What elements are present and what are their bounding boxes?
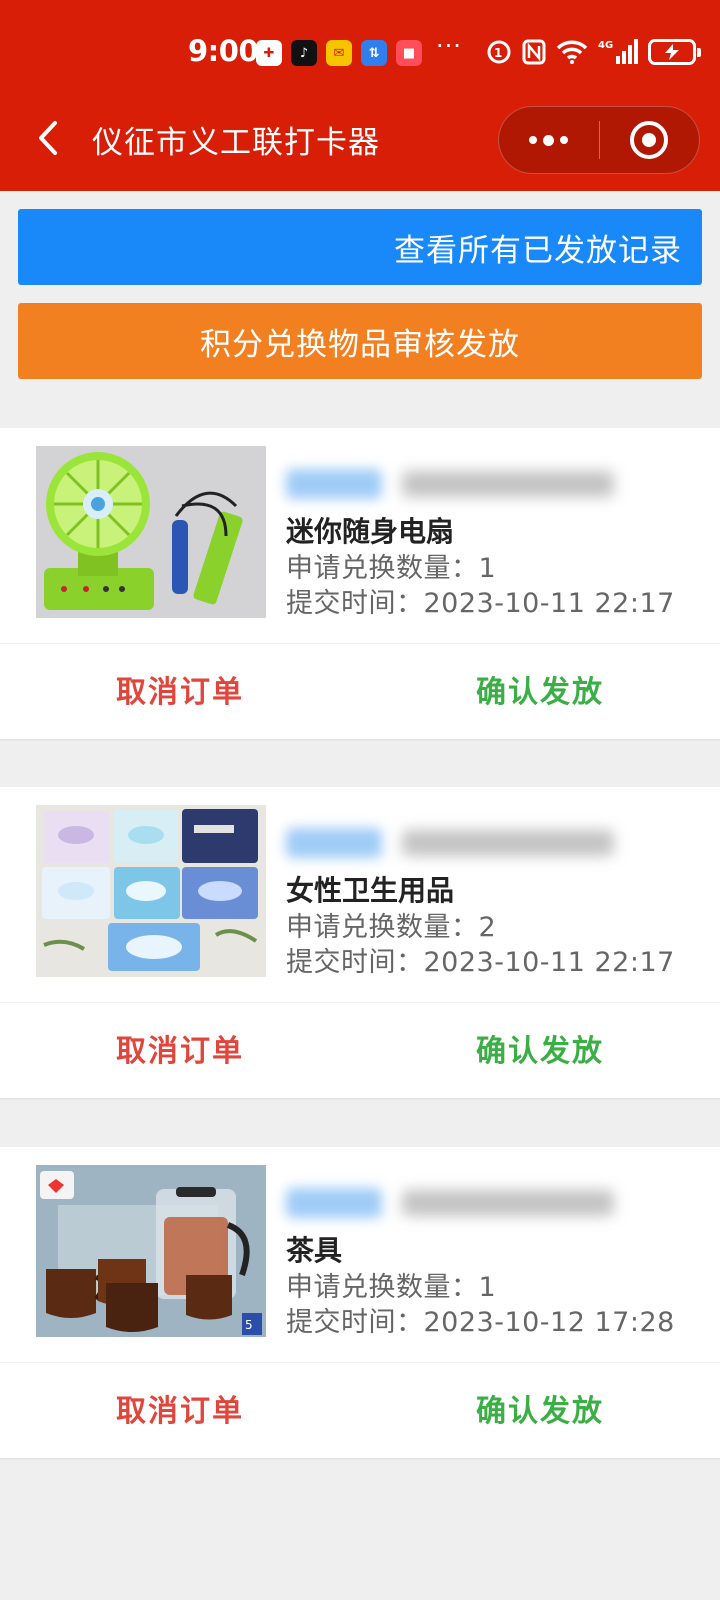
status-bar: 9:00 ✚ ♪ ✉ ⇅ ■ ··· 1 4G [0, 0, 720, 100]
redacted-name [286, 1188, 382, 1218]
back-button[interactable] [28, 116, 68, 160]
battery-charging-icon [648, 39, 701, 65]
item-name: 迷你随身电扇 [286, 515, 455, 548]
app-notification-icon: ■ [396, 40, 422, 66]
product-image: 5 [36, 1165, 266, 1337]
more-menu-button[interactable] [499, 106, 599, 174]
wifi-icon [556, 38, 588, 66]
redacted-name [286, 469, 382, 499]
order-info: 女性卫生用品 申请兑换数量：2 提交时间：2023-10-11 22:17 [0, 787, 720, 1002]
health-code-icon: ✚ [256, 40, 282, 66]
more-notifications-icon: ··· [436, 32, 462, 60]
divider [0, 1362, 720, 1363]
confirm-distribute-button[interactable]: 确认发放 [440, 1373, 640, 1443]
order-card: 5 茶具 申请兑换数量：1 提交时间：2023-10-12 17:28 取消订单… [0, 1147, 720, 1458]
more-dots-icon [529, 136, 538, 144]
target-close-icon [630, 121, 669, 159]
hd-call-icon: 1 [486, 38, 512, 66]
cancel-order-button[interactable]: 取消订单 [80, 1013, 280, 1083]
redacted-contact [286, 466, 614, 502]
svg-text:1: 1 [494, 46, 502, 60]
redacted-phone [402, 830, 614, 856]
system-icons: 1 4G [486, 38, 701, 66]
signal-icon: 4G [598, 38, 638, 66]
tea-set-image: 5 [36, 1165, 266, 1337]
view-records-button[interactable]: 查看所有已发放记录 [18, 209, 702, 285]
item-name: 女性卫生用品 [286, 874, 455, 907]
cancel-order-button[interactable]: 取消订单 [80, 1373, 280, 1443]
order-card: 女性卫生用品 申请兑换数量：2 提交时间：2023-10-11 22:17 取消… [0, 787, 720, 1098]
redacted-name [286, 828, 382, 858]
chevron-left-icon [39, 121, 57, 155]
tiktok-icon: ♪ [291, 40, 317, 66]
submit-time: 提交时间：2023-10-11 22:17 [286, 588, 675, 619]
order-info: 5 茶具 申请兑换数量：1 提交时间：2023-10-12 17:28 [0, 1147, 720, 1362]
svg-text:4G: 4G [598, 40, 613, 51]
confirm-distribute-button[interactable]: 确认发放 [440, 654, 640, 724]
redacted-phone [402, 1190, 614, 1216]
cancel-order-button[interactable]: 取消订单 [80, 654, 280, 724]
divider [0, 1002, 720, 1003]
product-image [36, 805, 266, 977]
app-header: 9:00 ✚ ♪ ✉ ⇅ ■ ··· 1 4G 仪征市义工联打卡器 [0, 0, 720, 191]
miniprogram-capsule [498, 106, 700, 174]
redacted-phone [402, 471, 614, 497]
redacted-contact [286, 825, 614, 861]
mail-icon: ✉ [326, 40, 352, 66]
svg-text:5: 5 [245, 1318, 253, 1332]
divider [0, 643, 720, 644]
mini-fan-image [36, 446, 266, 618]
sync-icon: ⇅ [361, 40, 387, 66]
product-image [36, 446, 266, 618]
audit-distribute-button[interactable]: 积分兑换物品审核发放 [18, 303, 702, 379]
confirm-distribute-button[interactable]: 确认发放 [440, 1013, 640, 1083]
submit-time: 提交时间：2023-10-11 22:17 [286, 947, 675, 978]
redacted-contact [286, 1185, 614, 1221]
submit-time: 提交时间：2023-10-12 17:28 [286, 1307, 675, 1338]
close-miniprogram-button[interactable] [600, 106, 700, 174]
quantity-text: 申请兑换数量：2 [286, 912, 497, 943]
nfc-icon [522, 38, 546, 66]
status-time: 9:00 [188, 34, 259, 68]
sanitary-pads-image [36, 805, 266, 977]
page-title: 仪征市义工联打卡器 [92, 125, 380, 161]
order-info: 迷你随身电扇 申请兑换数量：1 提交时间：2023-10-11 22:17 [0, 428, 720, 643]
quantity-text: 申请兑换数量：1 [286, 553, 497, 584]
order-card: 迷你随身电扇 申请兑换数量：1 提交时间：2023-10-11 22:17 取消… [0, 428, 720, 739]
quantity-text: 申请兑换数量：1 [286, 1272, 497, 1303]
notification-icons: ✚ ♪ ✉ ⇅ ■ [256, 40, 422, 66]
item-name: 茶具 [286, 1234, 343, 1267]
